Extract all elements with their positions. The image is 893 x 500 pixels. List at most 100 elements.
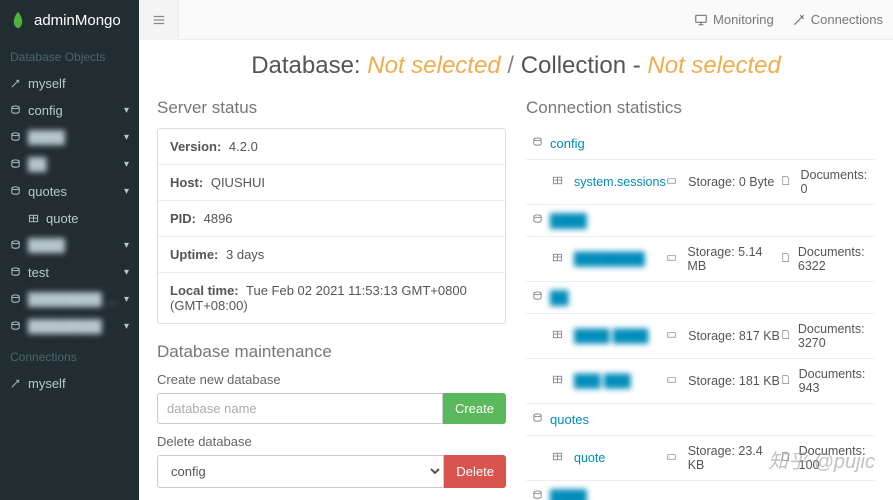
magic-icon — [10, 78, 22, 89]
sidebar-header: adminMongo — [0, 0, 139, 40]
table-icon — [552, 175, 568, 189]
sidebar-item-label: ████████ ███ — [28, 292, 124, 307]
db-row: ████ — [526, 481, 875, 500]
db-row: ████ — [526, 205, 875, 237]
db-row: quotes — [526, 404, 875, 436]
db-icon — [10, 294, 22, 305]
collection-link[interactable]: system.sessions — [574, 175, 666, 189]
storage-value: Storage: 0 Byte — [688, 175, 774, 189]
sidebar-item-████[interactable]: ████▾ — [0, 124, 139, 151]
disk-icon — [666, 451, 682, 465]
collection-link[interactable]: ████████ — [574, 252, 645, 266]
chevron-down-icon: ▾ — [124, 321, 129, 332]
docs-value: Documents: 6322 — [798, 245, 869, 273]
left-column: Server status Version: 4.2.0Host: QIUSHU… — [157, 98, 506, 500]
sidebar-item-label: ████████ — [28, 319, 124, 334]
db-link[interactable]: quotes — [550, 412, 589, 427]
create-db-label: Create new database — [157, 372, 506, 387]
table-icon — [552, 329, 568, 343]
right-column: Connection statistics configsystem.sessi… — [526, 98, 875, 500]
sidebar-item-██[interactable]: ██▾ — [0, 151, 139, 178]
chevron-down-icon: ▾ — [124, 159, 129, 170]
doc-icon — [780, 175, 794, 189]
main-area: Monitoring Connections Database: Not sel… — [139, 0, 893, 500]
brand-title: adminMongo — [34, 12, 121, 29]
db-icon — [532, 412, 550, 427]
monitor-icon — [694, 13, 708, 27]
collection-row: system.sessions Storage: 0 Byte Documents:… — [526, 160, 875, 205]
monitoring-label: Monitoring — [713, 12, 774, 27]
db-icon — [532, 290, 550, 305]
collection-link[interactable]: quote — [574, 451, 605, 465]
db-link[interactable]: config — [550, 136, 585, 151]
connections-link[interactable]: Connections — [792, 12, 883, 27]
doc-icon — [780, 374, 792, 388]
db-row: config — [526, 128, 875, 160]
collection-row: ████████ Storage: 5.14 MB Documents: 6322 — [526, 237, 875, 282]
disk-icon — [666, 252, 681, 266]
storage-value: Storage: 23.4 KB — [688, 444, 781, 472]
db-icon — [532, 136, 550, 151]
create-db-button[interactable]: Create — [443, 393, 506, 424]
table-icon — [552, 252, 568, 266]
doc-icon — [780, 252, 792, 266]
db-link[interactable]: ██ — [550, 290, 568, 305]
sidebar-item-quotes[interactable]: quotes▾ — [0, 178, 139, 205]
connections-label: Connections — [811, 12, 883, 27]
disk-icon — [666, 374, 682, 388]
server-status-row: Version: 4.2.0 — [158, 129, 505, 165]
sidebar-conn-myself[interactable]: myself — [0, 370, 139, 397]
monitoring-link[interactable]: Monitoring — [694, 12, 774, 27]
sidebar-item-myself[interactable]: myself — [0, 70, 139, 97]
docs-value: Documents: 100 — [799, 444, 869, 472]
sidebar-item-████████[interactable]: ████████▾ — [0, 313, 139, 340]
sidebar-item-████[interactable]: ████▾ — [0, 232, 139, 259]
hamburger-icon — [152, 13, 166, 27]
sidebar-item-label: ██ — [28, 157, 124, 172]
db-link[interactable]: ████ — [550, 213, 587, 228]
table-icon — [552, 374, 568, 388]
table-icon — [28, 213, 40, 224]
delete-db-button[interactable]: Delete — [444, 455, 506, 488]
server-status-row: Host: QIUSHUI — [158, 165, 505, 201]
collection-row: ███ ███Storage: 181 KBDocuments: 943 — [526, 359, 875, 404]
delete-db-label: Delete database — [157, 434, 506, 449]
chevron-down-icon: ▾ — [124, 186, 129, 197]
server-status-row: Local time: Tue Feb 02 2021 11:53:13 GMT… — [158, 273, 505, 323]
server-status-heading: Server status — [157, 98, 506, 118]
db-icon — [532, 489, 550, 500]
docs-value: Documents: 0 — [800, 168, 869, 196]
storage-value: Storage: 5.14 MB — [687, 245, 780, 273]
sidebar-item-label: myself — [28, 376, 129, 391]
table-icon — [552, 451, 568, 465]
collection-link[interactable]: ████ ████ — [574, 329, 648, 343]
chevron-down-icon: ▾ — [124, 132, 129, 143]
sidebar-item-test[interactable]: test▾ — [0, 259, 139, 286]
sidebar-item-label: test — [28, 265, 124, 280]
page-title: Database: Not selected / Collection - No… — [157, 52, 875, 80]
db-link[interactable]: ████ — [550, 489, 587, 500]
chevron-down-icon: ▾ — [124, 240, 129, 251]
delete-db-select[interactable]: config — [157, 455, 444, 488]
sidebar-item-label: myself — [28, 76, 129, 91]
server-status-panel: Version: 4.2.0Host: QIUSHUIPID: 4896Upti… — [157, 128, 506, 324]
collection-link[interactable]: ███ ███ — [574, 374, 631, 388]
sidebar-item-config[interactable]: config▾ — [0, 97, 139, 124]
db-icon — [10, 186, 22, 197]
magic-icon — [10, 378, 22, 389]
sidebar-item-label: ████ — [28, 130, 124, 145]
docs-value: Documents: 943 — [799, 367, 869, 395]
doc-icon — [780, 451, 792, 465]
sidebar-item-████████-███[interactable]: ████████ ███▾ — [0, 286, 139, 313]
db-icon — [10, 105, 22, 116]
menu-toggle-button[interactable] — [139, 0, 179, 40]
db-icon — [10, 267, 22, 278]
sidebar-item-label: quote — [46, 211, 129, 226]
storage-value: Storage: 817 KB — [688, 329, 780, 343]
db-icon — [10, 132, 22, 143]
sidebar-item-quote[interactable]: quote — [0, 205, 139, 232]
conn-stats-list: config system.sessions Storage: 0 Byte Docu… — [526, 128, 875, 500]
db-icon — [532, 213, 550, 228]
collection-row: quote Storage: 23.4 KB Documents: 100 — [526, 436, 875, 481]
create-db-input[interactable] — [157, 393, 443, 424]
